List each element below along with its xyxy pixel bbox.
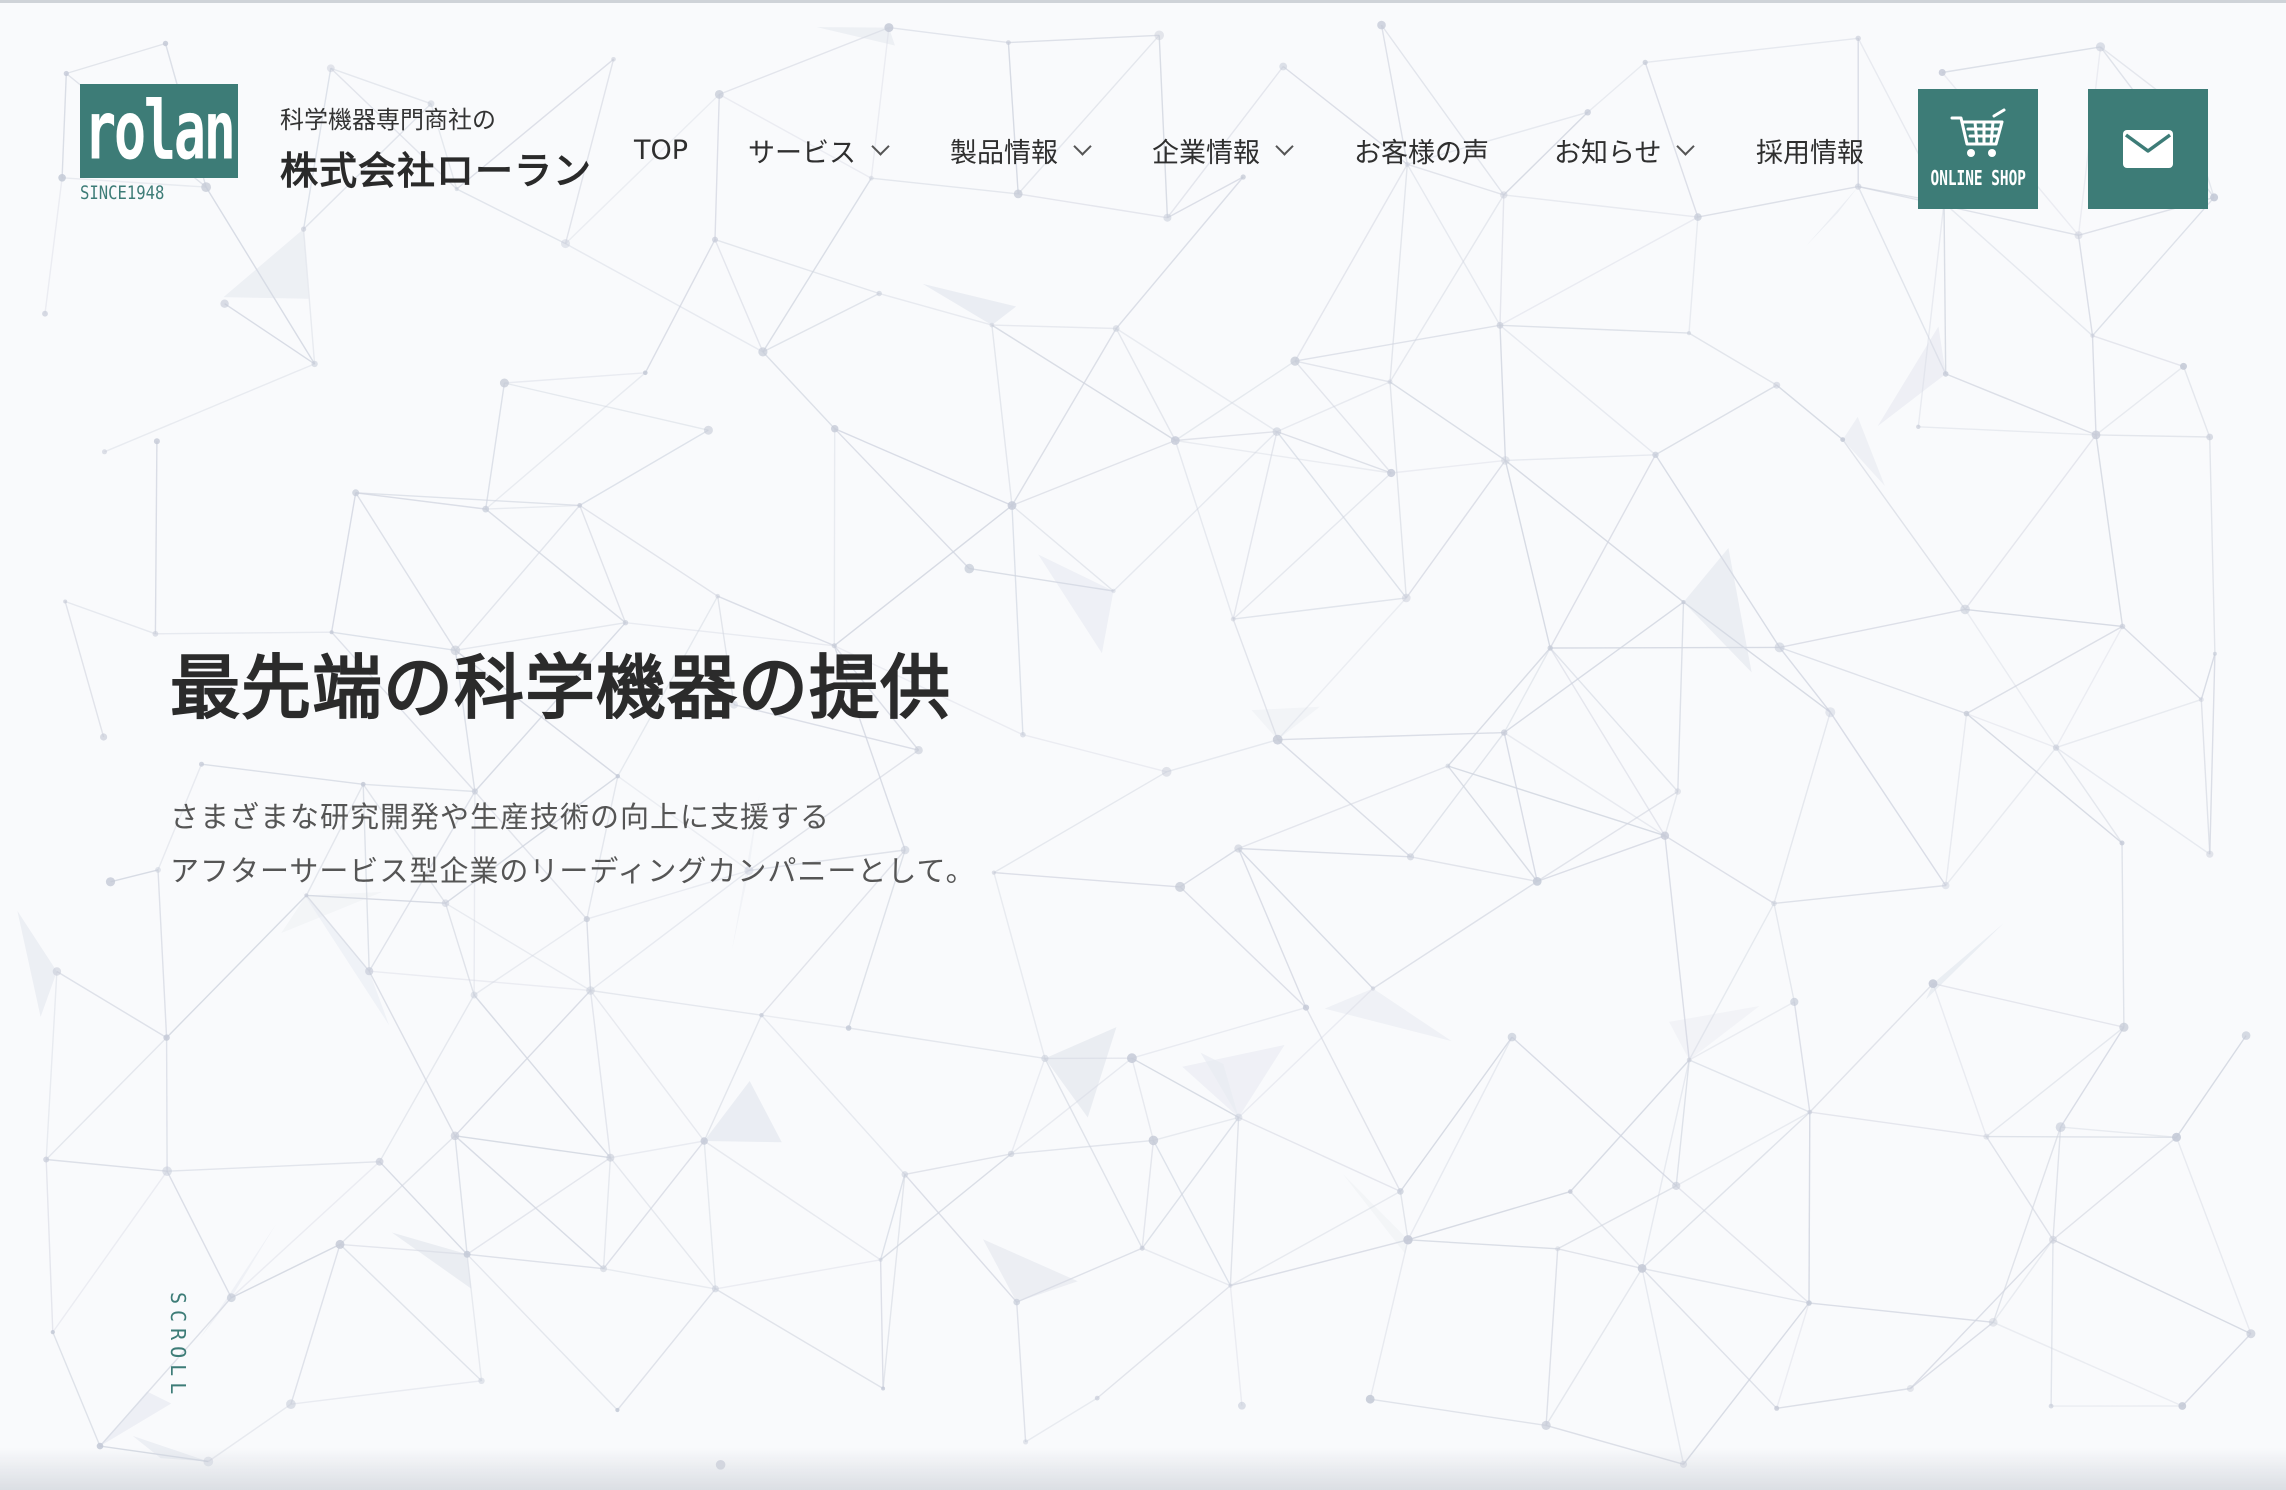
logo[interactable]: rolan xyxy=(80,84,238,178)
nav-item-label: お知らせ xyxy=(1554,137,1662,169)
chevron-down-icon xyxy=(871,136,890,156)
chevron-down-icon xyxy=(1073,136,1092,156)
nav-item-label: お客様の声 xyxy=(1354,137,1489,169)
online-shop-button[interactable]: ONLINE SHOP xyxy=(1918,89,2038,209)
bottom-edge-shade xyxy=(0,1448,2286,1490)
brand-name[interactable]: 株式会社ローラン xyxy=(280,140,592,195)
nav-item-label: 製品情報 xyxy=(950,137,1058,169)
chevron-down-icon xyxy=(1275,136,1294,156)
cart-icon xyxy=(1950,108,2006,157)
logo-text: rolan xyxy=(84,83,236,179)
nav-item-label: サービス xyxy=(748,137,856,169)
nav-item-recruit[interactable]: 採用情報 xyxy=(1756,130,1864,170)
mail-icon xyxy=(2123,130,2173,168)
brand-tagline: 科学機器専門商社の xyxy=(280,106,496,134)
logo-since: SINCE1948 xyxy=(80,182,165,204)
nav-item-label: 採用情報 xyxy=(1756,137,1864,169)
network-background xyxy=(17,20,2256,1470)
nav-item-label: TOP xyxy=(634,134,689,166)
top-border xyxy=(0,0,2286,3)
nav-item-products[interactable]: 製品情報 xyxy=(950,130,1092,170)
nav-item-news[interactable]: お知らせ xyxy=(1554,130,1696,170)
chevron-down-icon xyxy=(1676,136,1696,156)
nav-item-label: 企業情報 xyxy=(1152,137,1260,169)
page: rolan SINCE1948 科学機器専門商社の 株式会社ローラン TOP サ… xyxy=(0,0,2286,1490)
nav-item-top[interactable]: TOP xyxy=(634,130,688,170)
nav-item-company[interactable]: 企業情報 xyxy=(1152,130,1294,170)
scroll-indicator[interactable]: SCROLL xyxy=(166,1292,190,1400)
contact-mail-button[interactable] xyxy=(2088,89,2208,209)
hero-subtitle-line1: さまざまな研究開発や生産技術の向上に支援する xyxy=(170,800,831,834)
online-shop-label: ONLINE SHOP xyxy=(1930,166,2026,190)
hero-subtitle-line2: アフターサービス型企業のリーディングカンパニーとして。 xyxy=(170,854,976,888)
nav-item-voice[interactable]: お客様の声 xyxy=(1354,130,1489,170)
hero-title: 最先端の科学機器の提供 xyxy=(170,647,951,729)
nav-item-service[interactable]: サービス xyxy=(748,130,890,170)
